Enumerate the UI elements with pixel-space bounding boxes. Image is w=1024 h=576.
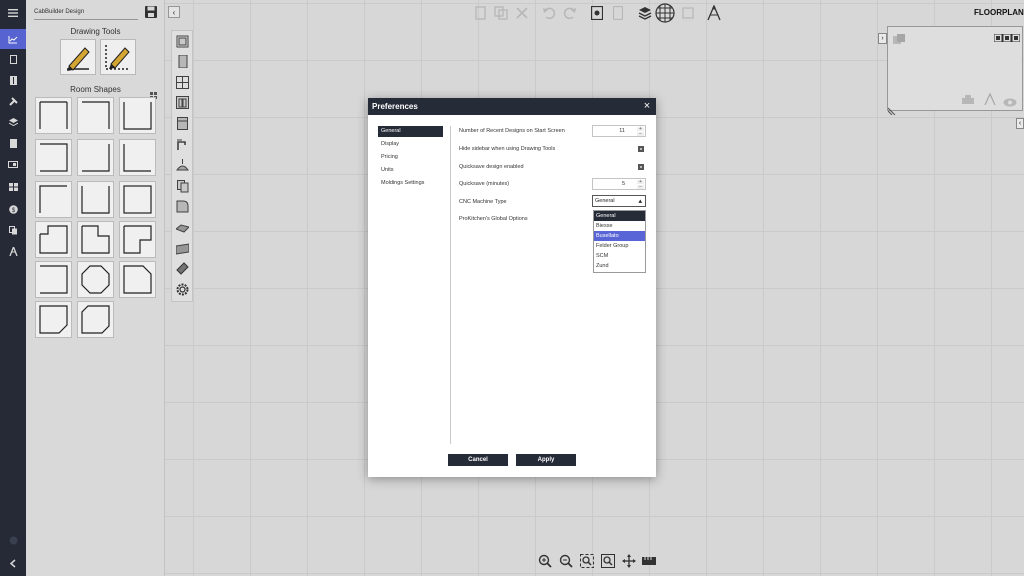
hide-sidebar-checkbox[interactable] [638,146,644,152]
cnc-option-busellato[interactable]: Busellato [594,231,645,241]
nav-moldings-settings[interactable]: Moldings Settings [378,178,443,189]
nav-pricing[interactable]: Pricing [378,152,443,163]
chevron-up-icon: ▴ [638,198,642,205]
decrement-icon[interactable]: − [637,132,644,137]
cnc-option-biesse[interactable]: Biesse [594,221,645,231]
recent-designs-value: 11 [619,128,625,134]
nav-general[interactable]: General [378,126,443,137]
decrement-icon[interactable]: − [637,185,644,190]
dialog-title: Preferences [368,98,656,115]
recent-designs-label: Number of Recent Designs on Start Screen [459,128,565,134]
dialog-divider [450,126,451,444]
cnc-machine-label: CNC Machine Type [459,199,507,205]
cnc-machine-select[interactable]: General ▴ [592,195,646,207]
apply-button[interactable]: Apply [516,454,576,466]
cnc-options-dropdown: General Biesse Busellato Felder Group SC… [593,210,646,273]
quicksave-minutes-label: Quicksave (minutes) [459,181,510,187]
preferences-dialog: Preferences × General Display Pricing Un… [368,98,656,477]
cnc-option-scm[interactable]: SCM [594,251,645,261]
cancel-button[interactable]: Cancel [448,454,508,466]
quicksave-minutes-value: 5 [621,181,625,187]
close-icon[interactable]: × [641,100,653,112]
recent-designs-stepper[interactable]: 11 + − [592,125,646,137]
quicksave-minutes-stepper[interactable]: 5 + − [592,178,646,190]
quicksave-enabled-label: Quicksave design enabled [459,164,524,170]
cnc-option-felder-group[interactable]: Felder Group [594,241,645,251]
hide-sidebar-label: Hide sidebar when using Drawing Tools [459,146,556,152]
cnc-selected-value: General [595,198,615,204]
nav-display[interactable]: Display [378,139,443,150]
cnc-option-zund[interactable]: Zund [594,261,645,271]
nav-units[interactable]: Units [378,165,443,176]
quicksave-enabled-checkbox[interactable] [638,164,644,170]
prokitchen-options-label[interactable]: ProKitchen's Global Options [459,216,528,222]
cnc-option-general[interactable]: General [594,211,645,221]
